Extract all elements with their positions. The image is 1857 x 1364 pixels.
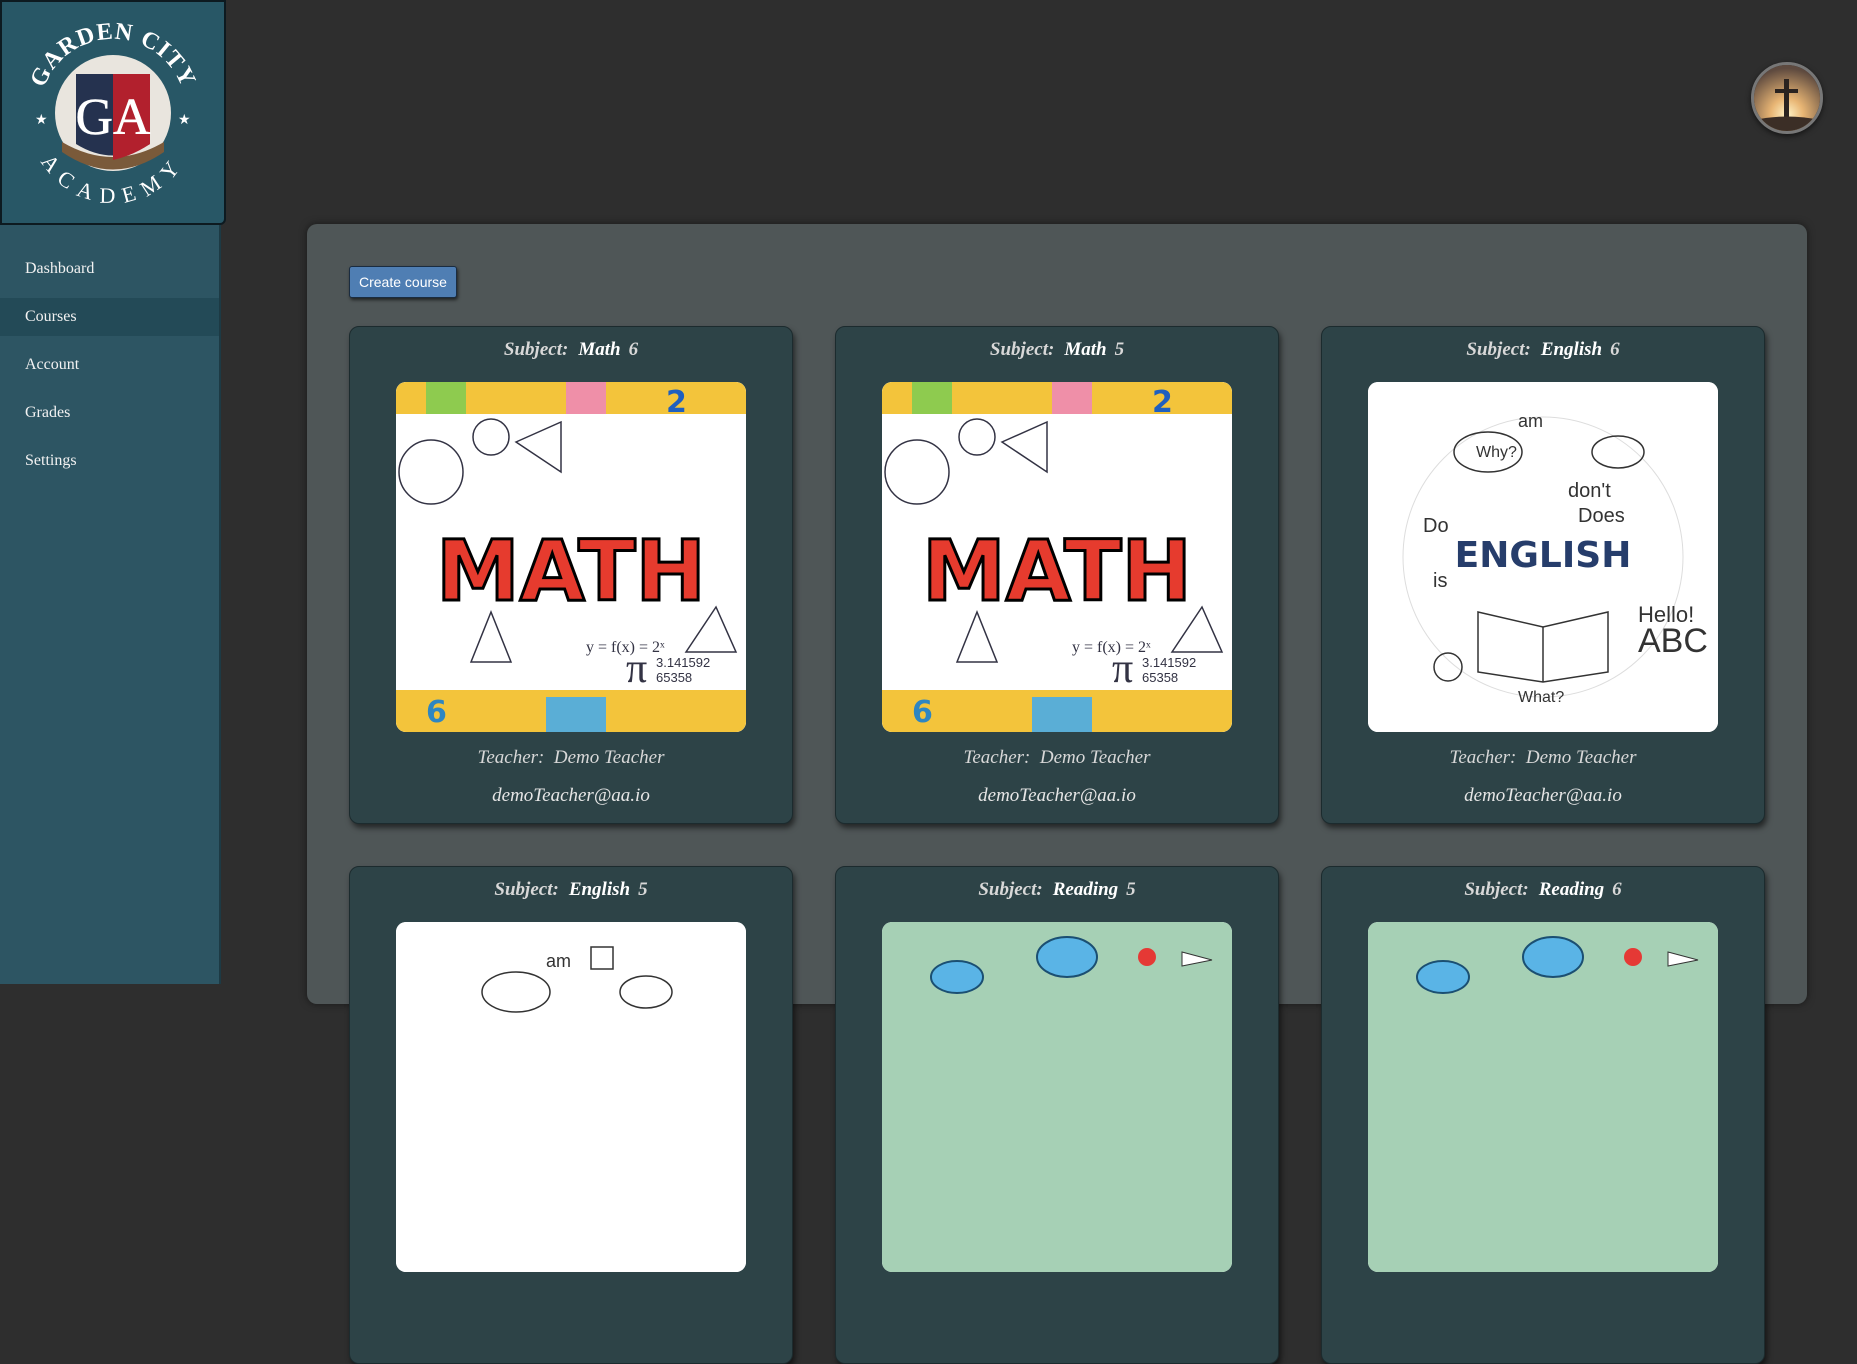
course-subject-line: Subject: Math 5 <box>836 339 1278 361</box>
teacher-name: Demo Teacher <box>1039 747 1151 768</box>
teacher-email: demoTeacher@aa.io <box>1464 785 1622 806</box>
svg-text:3.141592: 3.141592 <box>1142 655 1196 670</box>
course-teacher: Teacher: Demo Teacher <box>836 747 1278 769</box>
svg-text:6: 6 <box>426 695 447 730</box>
course-subject-line: Subject: English 5 <box>350 879 792 901</box>
svg-text:π: π <box>626 646 647 692</box>
svg-text:Do: Do <box>1423 515 1449 537</box>
course-grade: 6 <box>628 339 639 360</box>
teacher-label: Teacher: <box>963 747 1031 768</box>
svg-text:GA: GA <box>75 89 151 146</box>
courses-panel: Create course Subject: Math 6 MATH y = f(x… <box>307 224 1807 1364</box>
course-grade: 5 <box>1126 879 1136 900</box>
school-logo[interactable]: GARDEN CITY ACADEMY ★ ★ GA <box>0 0 226 225</box>
math-course-image: MATH y = f(x) = 2ˣ π 3.141592 65358 6 2 <box>882 382 1232 732</box>
svg-text:What?: What? <box>1518 689 1564 706</box>
svg-text:is: is <box>1433 570 1447 592</box>
sidebar-item-grades[interactable]: Grades <box>0 394 219 432</box>
course-subject-line: Subject: Reading 5 <box>836 879 1278 901</box>
svg-text:don't: don't <box>1568 480 1611 502</box>
course-card[interactable]: Subject: Reading 5 <box>835 866 1279 1364</box>
subject-label: Subject: <box>978 879 1043 900</box>
svg-text:★: ★ <box>35 113 48 128</box>
sidebar-item-courses[interactable]: Courses <box>0 298 219 336</box>
teacher-label: Teacher: <box>477 747 545 768</box>
course-card[interactable]: Subject: Reading 6 <box>1321 866 1765 1364</box>
course-subject-line: Subject: Math 6 <box>350 339 792 361</box>
svg-text:65358: 65358 <box>1142 670 1178 685</box>
course-card[interactable]: Subject: English 5 am <box>349 866 793 1364</box>
svg-text:π: π <box>1112 646 1133 692</box>
course-subject-line: Subject: Reading 6 <box>1322 879 1764 901</box>
sidebar-item-settings[interactable]: Settings <box>0 442 219 480</box>
course-subject: Reading <box>1538 879 1605 900</box>
create-course-button[interactable]: Create course <box>349 266 457 298</box>
course-grade: 6 <box>1610 339 1620 360</box>
math-image-word: MATH <box>922 522 1192 620</box>
svg-text:Why?: Why? <box>1476 444 1517 461</box>
english-image-word: ENGLISH <box>1455 535 1632 576</box>
subject-label: Subject: <box>1466 339 1531 360</box>
cross-icon <box>1754 65 1820 131</box>
svg-text:65358: 65358 <box>656 670 692 685</box>
subject-label: Subject: <box>494 879 559 900</box>
svg-text:ABC: ABC <box>1638 622 1708 660</box>
reading-course-image <box>1368 922 1718 1272</box>
svg-text:3.141592: 3.141592 <box>656 655 710 670</box>
teacher-email: demoTeacher@aa.io <box>978 785 1136 806</box>
svg-text:Does: Does <box>1578 505 1625 527</box>
svg-text:2: 2 <box>666 385 687 420</box>
course-teacher: Teacher: Demo Teacher <box>1322 747 1764 769</box>
english-course-image: am <box>396 922 746 1272</box>
course-subject: English <box>1540 339 1603 360</box>
sidebar-nav: Dashboard Courses Account Grades Setting… <box>0 250 219 490</box>
user-avatar[interactable] <box>1751 62 1823 134</box>
subject-label: Subject: <box>503 339 569 360</box>
course-grade: 5 <box>1114 339 1125 360</box>
course-subject: Math <box>578 339 621 360</box>
course-subject: Reading <box>1052 879 1119 900</box>
course-teacher: Teacher: Demo Teacher <box>350 747 792 769</box>
sidebar: GARDEN CITY ACADEMY ★ ★ GA Dashboard Cou… <box>0 0 226 984</box>
english-course-image: ENGLISH Hello! ABC don't Does Do is Why?… <box>1368 382 1718 732</box>
math-course-image: MATH y = f(x) = 2ˣ π 3.141592 65358 6 2 <box>396 382 746 732</box>
sidebar-item-account[interactable]: Account <box>0 346 219 384</box>
math-image-word: MATH <box>436 522 706 620</box>
svg-text:am: am <box>1518 411 1543 431</box>
course-subject-line: Subject: English 6 <box>1322 339 1764 361</box>
course-subject: English <box>568 879 631 900</box>
teacher-email: demoTeacher@aa.io <box>492 785 650 806</box>
svg-text:6: 6 <box>912 695 933 730</box>
svg-text:am: am <box>546 951 571 971</box>
course-card[interactable]: Subject: English 6 ENGLISH Hello! ABC don'… <box>1321 326 1765 824</box>
teacher-name: Demo Teacher <box>1525 747 1637 768</box>
subject-label: Subject: <box>989 339 1055 360</box>
course-grade: 6 <box>1612 879 1622 900</box>
teacher-label: Teacher: <box>1449 747 1517 768</box>
course-grade: 5 <box>638 879 648 900</box>
course-card[interactable]: Subject: Math 5 MATH y = f(x) = 2ˣ π 3.141… <box>835 326 1279 824</box>
subject-label: Subject: <box>1464 879 1529 900</box>
course-card[interactable]: Subject: Math 6 MATH y = f(x) = 2ˣ π 3.141… <box>349 326 793 824</box>
sidebar-item-dashboard[interactable]: Dashboard <box>0 250 219 288</box>
reading-course-image <box>882 922 1232 1272</box>
svg-text:★: ★ <box>178 113 191 128</box>
course-subject: Math <box>1064 339 1107 360</box>
svg-text:2: 2 <box>1152 385 1173 420</box>
teacher-name: Demo Teacher <box>553 747 665 768</box>
